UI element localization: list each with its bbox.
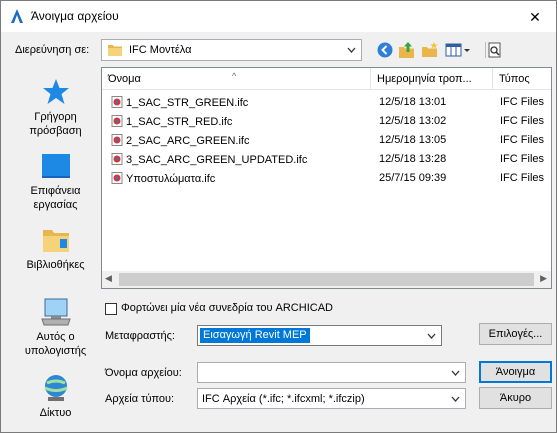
filetype-select[interactable]: IFC Αρχεία (*.ifc; *.ifcxml; *.ifczip) bbox=[197, 388, 466, 409]
column-label: Ημερομηνία τροπ... bbox=[377, 73, 472, 85]
new-session-label: Φορτώνει μία νέα συνεδρία του ARCHICAD bbox=[121, 302, 333, 314]
file-date: 12/5/18 13:28 bbox=[379, 153, 447, 165]
sort-ascending-icon: ^ bbox=[232, 71, 237, 81]
file-row[interactable]: 3_SAC_ARC_GREEN_UPDATED.ifc 12/5/18 13:28… bbox=[102, 150, 551, 169]
back-icon[interactable] bbox=[376, 41, 394, 59]
column-header-type[interactable]: Τύπος bbox=[493, 68, 551, 90]
file-type: IFC Files bbox=[500, 172, 544, 184]
file-date: 12/5/18 13:01 bbox=[379, 96, 447, 108]
ifc-file-icon bbox=[111, 153, 123, 165]
file-name: 2_SAC_ARC_GREEN.ifc bbox=[111, 134, 250, 147]
ifc-file-icon bbox=[111, 134, 123, 146]
file-name-text: Υποστυλώματα.ifc bbox=[126, 173, 216, 185]
chevron-down-icon[interactable] bbox=[425, 329, 438, 343]
place-label: εργασίας bbox=[33, 199, 78, 211]
libraries-icon bbox=[42, 230, 69, 252]
file-type: IFC Files bbox=[500, 153, 544, 165]
file-type: IFC Files bbox=[500, 96, 544, 108]
file-row[interactable]: 1_SAC_STR_GREEN.ifc 12/5/18 13:01 IFC File… bbox=[102, 93, 551, 112]
cancel-button[interactable]: Άκυρο bbox=[479, 387, 552, 409]
chevron-down-icon[interactable] bbox=[449, 392, 462, 406]
place-libraries[interactable]: Βιβλιοθήκες bbox=[11, 225, 100, 272]
filetype-label: Αρχεία τύπου: bbox=[105, 393, 175, 405]
file-name-text: 3_SAC_ARC_GREEN_UPDATED.ifc bbox=[126, 154, 308, 166]
place-this-pc[interactable]: Αυτός ο υπολογιστής bbox=[11, 297, 100, 358]
scroll-left-icon[interactable]: ◀ bbox=[105, 273, 112, 284]
archicad-app-icon bbox=[9, 8, 25, 24]
file-type: IFC Files bbox=[500, 115, 544, 127]
filename-label: Όνομα αρχείου: bbox=[105, 367, 182, 379]
look-in-combo[interactable]: IFC Μοντέλα bbox=[101, 39, 362, 61]
network-icon bbox=[43, 375, 68, 401]
place-network[interactable]: Δίκτυο bbox=[11, 373, 100, 420]
place-label: Αυτός ο bbox=[36, 331, 75, 343]
horizontal-scrollbar[interactable]: ◀ ▶ bbox=[102, 271, 551, 288]
folder-icon bbox=[108, 45, 122, 56]
open-file-dialog: Άνοιγμα αρχείου ✕ Διερεύνηση σε: IFC Μον… bbox=[0, 0, 557, 433]
column-label: Τύπος bbox=[499, 73, 530, 85]
new-session-checkbox[interactable] bbox=[105, 303, 117, 315]
place-label: Γρήγορη bbox=[34, 111, 77, 123]
ifc-file-icon bbox=[111, 115, 123, 127]
chevron-down-icon[interactable] bbox=[449, 366, 462, 380]
place-label: Δίκτυο bbox=[39, 407, 72, 419]
ifc-file-icon bbox=[111, 172, 123, 184]
place-label: Επιφάνεια bbox=[30, 185, 81, 197]
file-date: 25/7/15 09:39 bbox=[379, 172, 447, 184]
preview-icon[interactable] bbox=[485, 41, 503, 59]
place-quick-access[interactable]: Γρήγορη πρόσβαση bbox=[11, 77, 100, 138]
places-bar: Γρήγορη πρόσβαση Επιφάνεια εργασίας Βιβλ… bbox=[11, 67, 100, 424]
file-name: Υποστυλώματα.ifc bbox=[111, 172, 215, 185]
scroll-right-icon[interactable]: ▶ bbox=[540, 273, 547, 284]
file-name: 1_SAC_STR_RED.ifc bbox=[111, 115, 232, 128]
file-date: 12/5/18 13:02 bbox=[379, 115, 447, 127]
file-row[interactable]: Υποστυλώματα.ifc 25/7/15 09:39 IFC Files bbox=[102, 169, 551, 188]
place-desktop[interactable]: Επιφάνεια εργασίας bbox=[11, 151, 100, 212]
star-icon bbox=[42, 79, 69, 104]
chevron-down-icon[interactable] bbox=[345, 43, 358, 57]
translator-label: Μεταφραστής: bbox=[105, 330, 175, 342]
look-in-value: IFC Μοντέλα bbox=[129, 44, 192, 56]
scrollbar-thumb[interactable] bbox=[119, 273, 534, 286]
new-folder-icon[interactable] bbox=[421, 41, 439, 59]
computer-icon bbox=[40, 298, 71, 326]
look-in-label: Διερεύνηση σε: bbox=[15, 44, 90, 56]
desktop-icon bbox=[41, 154, 70, 178]
view-menu-icon[interactable] bbox=[445, 41, 473, 59]
file-row[interactable]: 1_SAC_STR_RED.ifc 12/5/18 13:02 IFC Files bbox=[102, 112, 551, 131]
file-name-text: 1_SAC_STR_RED.ifc bbox=[126, 116, 233, 128]
place-label: υπολογιστής bbox=[24, 345, 87, 357]
filetype-value: IFC Αρχεία (*.ifc; *.ifcxml; *.ifczip) bbox=[202, 393, 365, 405]
close-button[interactable]: ✕ bbox=[521, 5, 549, 29]
window-title: Άνοιγμα αρχείου bbox=[31, 9, 119, 23]
translator-value: Εισαγωγή Revit MEP bbox=[200, 328, 310, 343]
file-name-text: 1_SAC_STR_GREEN.ifc bbox=[126, 97, 249, 109]
up-folder-icon[interactable] bbox=[398, 41, 416, 59]
file-list[interactable]: Όνομα ^ Ημερομηνία τροπ... Τύπος 1_SAC_S… bbox=[101, 67, 552, 289]
open-button[interactable]: Άνοιγμα bbox=[479, 361, 552, 383]
title-bar: Άνοιγμα αρχείου ✕ bbox=[1, 1, 556, 32]
column-label: Όνομα bbox=[108, 73, 141, 85]
translator-select[interactable]: Εισαγωγή Revit MEP bbox=[197, 325, 442, 346]
place-label: Βιβλιοθήκες bbox=[26, 259, 85, 271]
ifc-file-icon bbox=[111, 96, 123, 108]
column-header-date[interactable]: Ημερομηνία τροπ... bbox=[371, 68, 493, 90]
file-row[interactable]: 2_SAC_ARC_GREEN.ifc 12/5/18 13:05 IFC File… bbox=[102, 131, 551, 150]
place-label: πρόσβαση bbox=[29, 125, 82, 137]
filename-input[interactable] bbox=[197, 362, 466, 383]
file-name: 3_SAC_ARC_GREEN_UPDATED.ifc bbox=[111, 153, 307, 166]
file-list-header: Όνομα ^ Ημερομηνία τροπ... Τύπος bbox=[102, 68, 551, 90]
column-header-name[interactable]: Όνομα ^ bbox=[102, 68, 371, 90]
file-name-text: 2_SAC_ARC_GREEN.ifc bbox=[126, 135, 250, 147]
file-name: 1_SAC_STR_GREEN.ifc bbox=[111, 96, 248, 109]
file-date: 12/5/18 13:05 bbox=[379, 134, 447, 146]
options-button[interactable]: Επιλογές... bbox=[479, 323, 552, 345]
file-type: IFC Files bbox=[500, 134, 544, 146]
